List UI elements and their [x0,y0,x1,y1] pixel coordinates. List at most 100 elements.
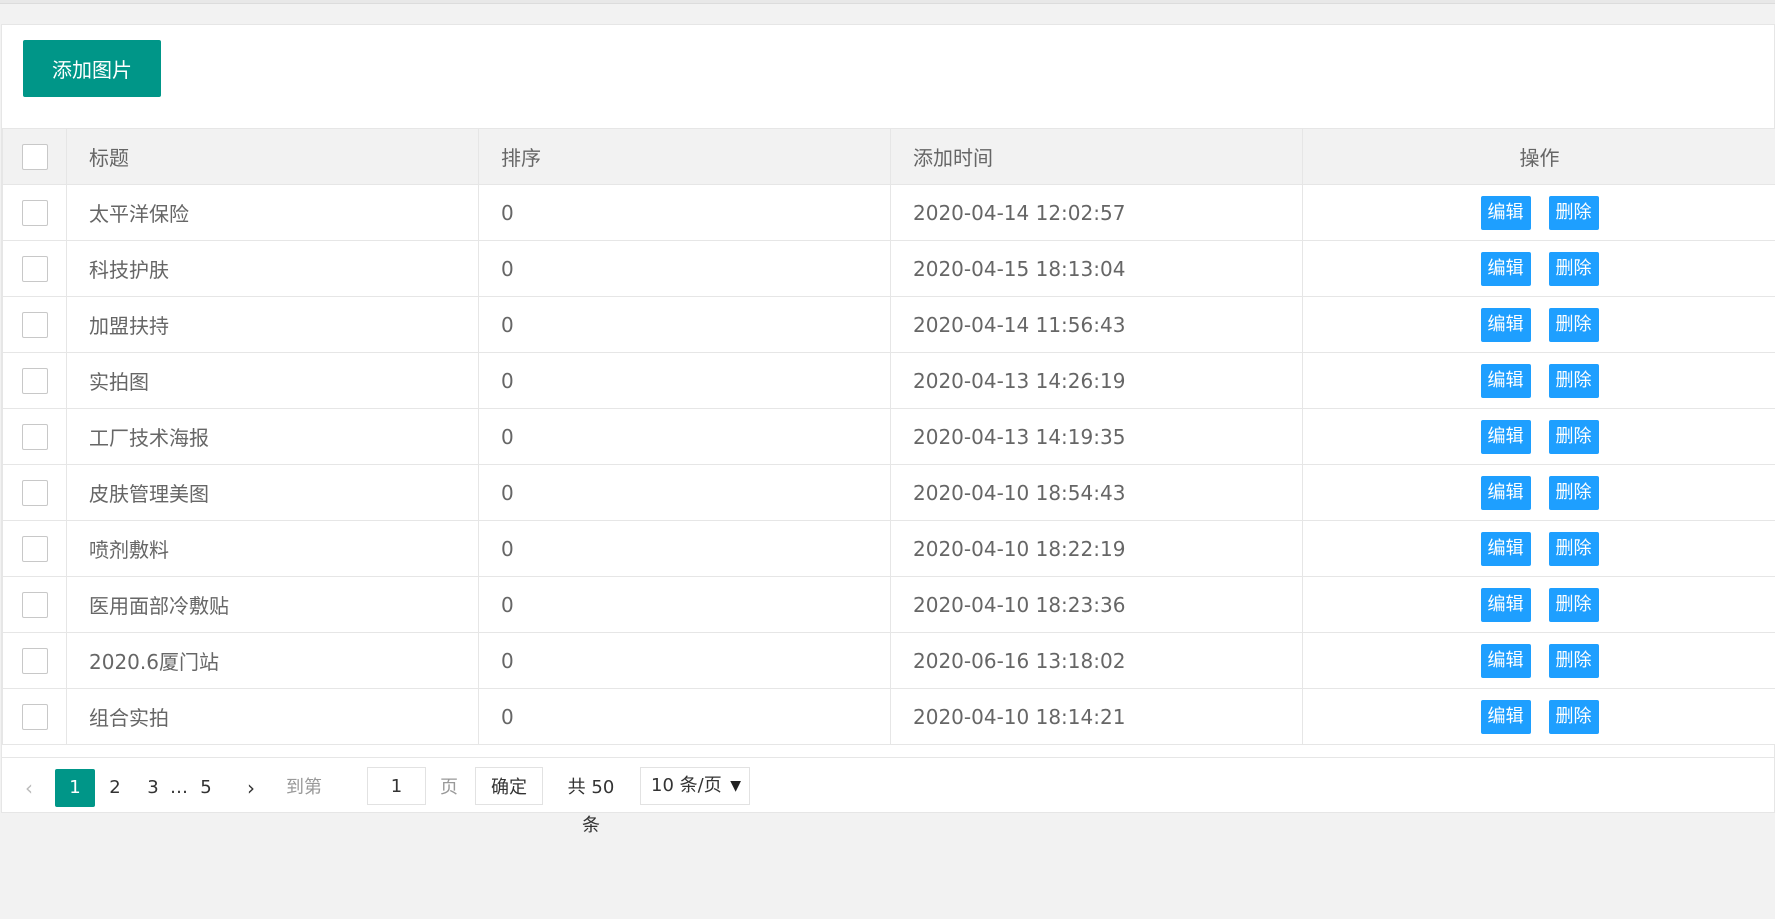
delete-button[interactable]: 删除 [1548,307,1599,342]
edit-button[interactable]: 编辑 [1480,643,1531,678]
row-checkbox[interactable] [21,703,48,730]
delete-button[interactable]: 删除 [1548,587,1599,622]
toolbar: 添加图片 [2,25,1774,129]
edit-button[interactable]: 编辑 [1480,195,1531,230]
row-sort: 0 [478,464,891,521]
delete-button[interactable]: 删除 [1548,419,1599,454]
add-image-button[interactable]: 添加图片 [23,40,161,97]
page-last-button[interactable]: 5 [193,769,219,807]
row-sort: 0 [478,576,891,633]
header-time[interactable]: 添加时间 [890,128,1303,185]
row-title: 加盟扶持 [66,296,479,353]
row-sort: 0 [478,688,891,745]
edit-button[interactable]: 编辑 [1480,251,1531,286]
header-title[interactable]: 标题 [66,128,479,185]
page-size-value: 10 条/页 [651,775,722,796]
page-2-button[interactable]: 2 [102,769,128,807]
row-checkbox-cell [2,464,67,521]
row-actions: 编辑 删除 [1302,352,1775,409]
select-all-checkbox[interactable] [21,143,48,170]
row-title: 组合实拍 [66,688,479,745]
row-sort: 0 [478,520,891,577]
row-checkbox-cell [2,240,67,297]
top-strip [0,0,1775,4]
page-3-button[interactable]: 3 [140,769,166,807]
row-actions: 编辑 删除 [1302,464,1775,521]
edit-button[interactable]: 编辑 [1480,363,1531,398]
table-row: 实拍图 0 2020-04-13 14:26:19 编辑 删除 [2,352,1775,409]
edit-button[interactable]: 编辑 [1480,531,1531,566]
table-row: 喷剂敷料 0 2020-04-10 18:22:19 编辑 删除 [2,520,1775,577]
row-time: 2020-04-10 18:54:43 [890,464,1303,521]
table-row: 工厂技术海报 0 2020-04-13 14:19:35 编辑 删除 [2,408,1775,465]
header-ops: 操作 [1302,128,1775,185]
page-ellipsis: … [170,777,188,798]
row-checkbox[interactable] [21,591,48,618]
row-sort: 0 [478,352,891,409]
delete-button[interactable]: 删除 [1548,475,1599,510]
row-checkbox[interactable] [21,479,48,506]
row-sort: 0 [478,240,891,297]
row-checkbox-cell [2,352,67,409]
table-header-row: 标题 排序 添加时间 操作 [2,128,1775,185]
total-count: 共 50 条 [567,777,615,836]
delete-button[interactable]: 删除 [1548,363,1599,398]
row-title: 工厂技术海报 [66,408,479,465]
row-checkbox[interactable] [21,423,48,450]
edit-button[interactable]: 编辑 [1480,307,1531,342]
row-checkbox-cell [2,688,67,745]
edit-button[interactable]: 编辑 [1480,475,1531,510]
row-sort: 0 [478,408,891,465]
row-checkbox[interactable] [21,535,48,562]
delete-button[interactable]: 删除 [1548,531,1599,566]
edit-button[interactable]: 编辑 [1480,419,1531,454]
edit-button[interactable]: 编辑 [1480,587,1531,622]
page-size-select[interactable]: 10 条/页 ▼ [640,767,750,805]
row-actions: 编辑 删除 [1302,408,1775,465]
image-table: 标题 排序 添加时间 操作 太平洋保险 0 2020-04-14 12:02:57 编… [2,128,1775,745]
row-checkbox-cell [2,408,67,465]
row-time: 2020-04-15 18:13:04 [890,240,1303,297]
row-actions: 编辑 删除 [1302,184,1775,241]
row-title: 皮肤管理美图 [66,464,479,521]
goto-confirm-button[interactable]: 确定 [475,767,543,805]
row-checkbox-cell [2,632,67,689]
table-row: 皮肤管理美图 0 2020-04-10 18:54:43 编辑 删除 [2,464,1775,521]
table-row: 科技护肤 0 2020-04-15 18:13:04 编辑 删除 [2,240,1775,297]
row-checkbox[interactable] [21,367,48,394]
next-page-icon[interactable]: › [238,769,264,807]
header-sort[interactable]: 排序 [478,128,891,185]
row-time: 2020-04-10 18:23:36 [890,576,1303,633]
delete-button[interactable]: 删除 [1548,699,1599,734]
row-time: 2020-04-14 11:56:43 [890,296,1303,353]
table-row: 太平洋保险 0 2020-04-14 12:02:57 编辑 删除 [2,184,1775,241]
delete-button[interactable]: 删除 [1548,643,1599,678]
row-sort: 0 [478,296,891,353]
row-checkbox-cell [2,296,67,353]
row-checkbox[interactable] [21,311,48,338]
page-1-button[interactable]: 1 [55,769,95,807]
row-title: 太平洋保险 [66,184,479,241]
row-checkbox-cell [2,520,67,577]
row-title: 实拍图 [66,352,479,409]
edit-button[interactable]: 编辑 [1480,699,1531,734]
row-time: 2020-04-10 18:22:19 [890,520,1303,577]
table-row: 医用面部冷敷贴 0 2020-04-10 18:23:36 编辑 删除 [2,576,1775,633]
row-actions: 编辑 删除 [1302,576,1775,633]
row-actions: 编辑 删除 [1302,688,1775,745]
table-row: 2020.6厦门站 0 2020-06-16 13:18:02 编辑 删除 [2,632,1775,689]
row-time: 2020-04-13 14:19:35 [890,408,1303,465]
row-checkbox[interactable] [21,199,48,226]
row-checkbox-cell [2,576,67,633]
row-checkbox[interactable] [21,647,48,674]
goto-suffix: 页 [440,777,458,798]
goto-page-input[interactable] [367,767,426,805]
row-checkbox[interactable] [21,255,48,282]
delete-button[interactable]: 删除 [1548,195,1599,230]
row-actions: 编辑 删除 [1302,520,1775,577]
table-row: 加盟扶持 0 2020-04-14 11:56:43 编辑 删除 [2,296,1775,353]
delete-button[interactable]: 删除 [1548,251,1599,286]
row-title: 喷剂敷料 [66,520,479,577]
prev-page-icon[interactable]: ‹ [16,769,42,807]
row-time: 2020-04-10 18:14:21 [890,688,1303,745]
